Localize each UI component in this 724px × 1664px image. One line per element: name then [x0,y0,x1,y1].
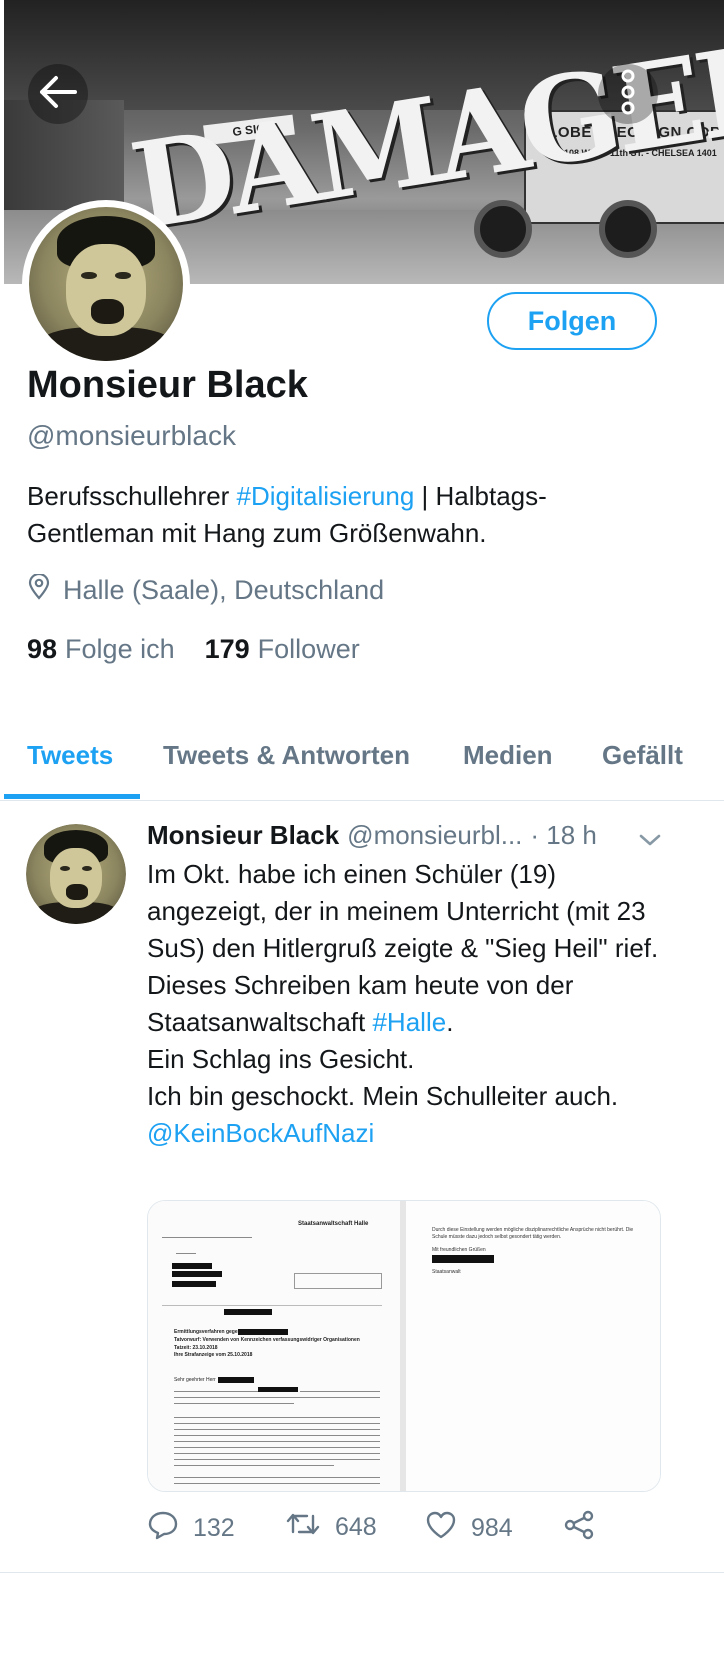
tweet-avatar[interactable] [26,824,126,924]
doc-subject-3: Tatzeit: 23.10.2018 [174,1345,218,1351]
tweet-header: Monsieur Black @monsieurbl... · 18 h [147,820,597,851]
document-image-2[interactable]: Durch diese Einstellung werden mögliche … [406,1201,660,1491]
doc-header: Staatsanwaltschaft Halle [298,1221,369,1227]
arrow-left-icon [38,75,78,114]
followers-count: 179 [204,634,250,664]
avatar-image [26,824,126,924]
more-options-button[interactable] [598,64,658,124]
profile-handle: @monsieurblack [27,420,236,451]
doc-subject-1: Ermittlungsverfahren gegen [174,1329,241,1335]
back-button[interactable] [28,64,88,124]
reply-count: 132 [193,1514,235,1542]
following-stat[interactable]: 98 Folge ich [27,634,175,665]
bio-hashtag-link[interactable]: #Digitalisierung [237,481,415,511]
followers-label: Follower [257,634,360,664]
tab-media[interactable]: Medien [463,740,553,771]
tweet-author-handle[interactable]: @monsieurbl... [347,820,522,851]
retweet-count: 648 [335,1513,377,1541]
tab-likes[interactable]: Gefällt [602,740,683,771]
like-count: 984 [471,1514,513,1542]
location-pin-icon [27,572,51,607]
tweet-mention-link[interactable]: @KeinBockAufNazi [147,1118,374,1148]
tab-tweets[interactable]: Tweets [27,740,113,771]
retweet-button[interactable]: 648 [285,1510,377,1545]
more-vertical-icon [618,69,638,120]
document-image-1[interactable]: Staatsanwaltschaft Halle Ermittlungsverf… [148,1201,400,1491]
doc2-line-1: Durch diese Einstellung werden mögliche … [432,1227,634,1240]
tab-tweets-replies[interactable]: Tweets & Antworten [163,740,410,771]
doc2-line-3: Staatsanwalt [432,1269,461,1275]
doc2-line-2: Mit freundlichen Grüßen [432,1247,486,1253]
heart-icon [425,1510,457,1547]
timeline-continuation [0,1573,724,1664]
bio-text: Berufsschullehrer [27,481,237,511]
profile-name: Monsieur Black [27,364,308,406]
doc-greeting: Sehr geehrter Herr [174,1377,216,1383]
tweet-text: Im Okt. habe ich einen Schüler (19) ange… [147,856,677,1152]
tweet-author-name[interactable]: Monsieur Black [147,820,339,851]
profile-tabs: Tweets Tweets & Antworten Medien Gefällt [0,720,724,801]
profile-avatar[interactable] [22,200,190,368]
tweet-text-part: Ein Schlag ins Gesicht. [147,1044,415,1074]
profile-location: Halle (Saale), Deutschland [27,572,385,607]
followers-stat[interactable]: 179 Follower [205,634,360,665]
follow-button[interactable]: Folgen [487,292,657,350]
tweet-actions: 132 648 984 [147,1510,667,1550]
profile-stats: 98 Folge ich 179 Follower [27,634,360,665]
banner-wheel [474,200,532,258]
tweet-text-part: . [446,1007,454,1037]
like-button[interactable]: 984 [425,1510,513,1547]
tweet-hashtag-link[interactable]: #Halle [372,1007,446,1037]
share-button[interactable] [563,1510,595,1547]
reply-button[interactable]: 132 [147,1510,235,1547]
following-count: 98 [27,634,58,664]
reply-icon [147,1510,179,1547]
profile-bio: Berufsschullehrer #Digitalisierung | Hal… [27,478,667,552]
tweet-media[interactable]: Staatsanwaltschaft Halle Ermittlungsverf… [147,1200,661,1492]
share-icon [563,1510,595,1547]
tweet-menu-button[interactable] [638,832,662,853]
active-tab-indicator [4,794,140,799]
doc-subject-4: Ihre Strafanzeige vom 25.10.2018 [174,1352,253,1358]
location-text: Halle (Saale), Deutschland [63,575,385,605]
avatar-image [29,207,183,361]
banner-wheel [599,200,657,258]
tweet-timestamp[interactable]: · 18 h [530,820,597,851]
tweet-text-part: Ich bin geschockt. Mein Schulleiter auch… [147,1081,619,1111]
chevron-down-icon [638,834,662,852]
doc-subject-2: Tatvorwurf: Verwenden von Kennzeichen ve… [174,1337,360,1343]
retweet-icon [285,1510,321,1545]
following-label: Folge ich [65,634,175,664]
